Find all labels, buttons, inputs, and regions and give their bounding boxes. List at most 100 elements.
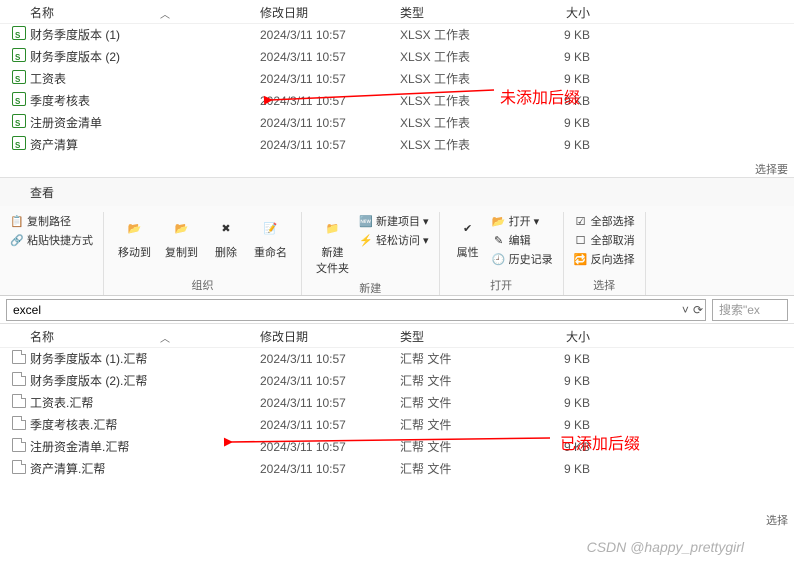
paste-shortcut-button[interactable]: 🔗粘贴快捷方式 xyxy=(10,231,93,249)
tab-bar: 查看 xyxy=(0,178,794,206)
file-size: 9 KB xyxy=(510,438,620,456)
status-text: 选择 xyxy=(766,512,788,528)
invert-selection-button[interactable]: 🔁反向选择 xyxy=(574,250,635,268)
properties-icon: ✔ xyxy=(454,214,482,242)
invert-icon: 🔁 xyxy=(574,252,588,266)
file-name: 资产清算 xyxy=(30,136,260,154)
file-date: 2024/3/11 10:57 xyxy=(260,350,400,368)
xlsx-icon xyxy=(12,48,26,62)
file-row[interactable]: 季度考核表2024/3/11 10:57XLSX 工作表9 KB xyxy=(0,90,794,112)
delete-icon: ✖ xyxy=(212,214,240,242)
sort-chevron-icon: ︿ xyxy=(160,6,170,21)
file-name: 财务季度版本 (2).汇帮 xyxy=(30,372,260,390)
file-type: 汇帮 文件 xyxy=(400,372,510,390)
path-text: excel xyxy=(13,303,41,317)
sort-chevron-icon: ︿ xyxy=(160,330,170,345)
organize-label: 组织 xyxy=(192,275,214,295)
file-name: 资产清算.汇帮 xyxy=(30,460,260,478)
file-row[interactable]: 注册资金清单.汇帮2024/3/11 10:57汇帮 文件9 KB xyxy=(0,436,794,458)
ribbon: 📋复制路径 🔗粘贴快捷方式 📂移动到 📂复制到 ✖删除 📝重命名 组织 📁新建 … xyxy=(0,206,794,296)
column-date[interactable]: 修改日期 xyxy=(260,328,400,345)
search-input[interactable]: 搜索"ex xyxy=(712,299,788,321)
select-group: ☑全部选择 ☐全部取消 🔁反向选择 选择 xyxy=(564,212,646,295)
file-date: 2024/3/11 10:57 xyxy=(260,438,400,456)
file-row[interactable]: 注册资金清单2024/3/11 10:57XLSX 工作表9 KB xyxy=(0,112,794,134)
file-row[interactable]: 财务季度版本 (2)2024/3/11 10:57XLSX 工作表9 KB xyxy=(0,46,794,68)
address-bar: excel ˅ ⟳ 搜索"ex xyxy=(0,296,794,324)
copy-to-button[interactable]: 📂复制到 xyxy=(161,212,202,262)
organize-group: 📂移动到 📂复制到 ✖删除 📝重命名 组织 xyxy=(104,212,302,295)
open-group-label: 打开 xyxy=(490,275,512,295)
file-date: 2024/3/11 10:57 xyxy=(260,26,400,44)
column-type[interactable]: 类型 xyxy=(400,4,510,21)
file-row[interactable]: 季度考核表.汇帮2024/3/11 10:57汇帮 文件9 KB xyxy=(0,414,794,436)
select-all-icon: ☑ xyxy=(574,214,588,228)
column-headers: 名称︿ 修改日期 类型 大小 xyxy=(0,0,794,24)
copy-icon: 📂 xyxy=(168,214,196,242)
file-row[interactable]: 财务季度版本 (1).汇帮2024/3/11 10:57汇帮 文件9 KB xyxy=(0,348,794,370)
new-item-button[interactable]: 🆕新建项目 ▾ xyxy=(359,212,429,230)
open-icon: 📂 xyxy=(492,214,506,228)
file-name: 财务季度版本 (1).汇帮 xyxy=(30,350,260,368)
xlsx-icon xyxy=(12,92,26,106)
file-row[interactable]: 财务季度版本 (2).汇帮2024/3/11 10:57汇帮 文件9 KB xyxy=(0,370,794,392)
edit-button[interactable]: ✎编辑 xyxy=(492,231,553,249)
xlsx-icon xyxy=(12,136,26,150)
refresh-icon[interactable]: ⟳ xyxy=(693,303,703,317)
properties-button[interactable]: ✔属性 xyxy=(450,212,486,262)
move-to-button[interactable]: 📂移动到 xyxy=(114,212,155,262)
top-file-pane: 名称︿ 修改日期 类型 大小 财务季度版本 (1)2024/3/11 10:57… xyxy=(0,0,794,178)
file-name: 财务季度版本 (1) xyxy=(30,26,260,44)
path-input[interactable]: excel ˅ ⟳ xyxy=(6,299,706,321)
select-all-button[interactable]: ☑全部选择 xyxy=(574,212,635,230)
easy-access-button[interactable]: ⚡轻松访问 ▾ xyxy=(359,231,429,249)
file-date: 2024/3/11 10:57 xyxy=(260,460,400,478)
file-date: 2024/3/11 10:57 xyxy=(260,372,400,390)
file-icon xyxy=(12,438,26,452)
file-row[interactable]: 工资表.汇帮2024/3/11 10:57汇帮 文件9 KB xyxy=(0,392,794,414)
file-date: 2024/3/11 10:57 xyxy=(260,48,400,66)
file-size: 9 KB xyxy=(510,26,620,44)
copy-path-button[interactable]: 📋复制路径 xyxy=(10,212,93,230)
file-type: 汇帮 文件 xyxy=(400,416,510,434)
file-icon xyxy=(12,460,26,474)
file-row[interactable]: 财务季度版本 (1)2024/3/11 10:57XLSX 工作表9 KB xyxy=(0,24,794,46)
delete-button[interactable]: ✖删除 xyxy=(208,212,244,262)
column-date[interactable]: 修改日期 xyxy=(260,4,400,21)
open-button[interactable]: 📂打开 ▾ xyxy=(492,212,553,230)
file-row[interactable]: 资产清算.汇帮2024/3/11 10:57汇帮 文件9 KB xyxy=(0,458,794,480)
column-type[interactable]: 类型 xyxy=(400,328,510,345)
file-name: 工资表.汇帮 xyxy=(30,394,260,412)
file-date: 2024/3/11 10:57 xyxy=(260,92,400,110)
file-name: 注册资金清单 xyxy=(30,114,260,132)
column-size[interactable]: 大小 xyxy=(510,4,620,21)
file-type: XLSX 工作表 xyxy=(400,92,510,110)
file-size: 9 KB xyxy=(510,92,620,110)
new-label: 新建 xyxy=(359,278,381,298)
file-size: 9 KB xyxy=(510,136,620,154)
xlsx-icon xyxy=(12,26,26,40)
rename-button[interactable]: 📝重命名 xyxy=(250,212,291,262)
select-none-button[interactable]: ☐全部取消 xyxy=(574,231,635,249)
chevron-down-icon[interactable]: ˅ xyxy=(682,303,689,317)
column-size[interactable]: 大小 xyxy=(510,328,620,345)
file-icon xyxy=(12,416,26,430)
history-button[interactable]: 🕘历史记录 xyxy=(492,250,553,268)
file-type: XLSX 工作表 xyxy=(400,136,510,154)
shortcut-icon: 🔗 xyxy=(10,233,24,247)
file-type: 汇帮 文件 xyxy=(400,350,510,368)
column-name[interactable]: 名称︿ xyxy=(0,328,260,345)
new-folder-button[interactable]: 📁新建 文件夹 xyxy=(312,212,353,278)
history-icon: 🕘 xyxy=(492,252,506,266)
file-name: 工资表 xyxy=(30,70,260,88)
bottom-window: 查看 📋复制路径 🔗粘贴快捷方式 📂移动到 📂复制到 ✖删除 📝重命名 组织 xyxy=(0,178,794,568)
file-row[interactable]: 工资表2024/3/11 10:57XLSX 工作表9 KB xyxy=(0,68,794,90)
path-icon: 📋 xyxy=(10,214,24,228)
open-group: ✔属性 📂打开 ▾ ✎编辑 🕘历史记录 打开 xyxy=(440,212,564,295)
file-icon xyxy=(12,394,26,408)
file-row[interactable]: 资产清算2024/3/11 10:57XLSX 工作表9 KB xyxy=(0,134,794,156)
xlsx-icon xyxy=(12,114,26,128)
view-tab[interactable]: 查看 xyxy=(30,184,54,201)
file-size: 9 KB xyxy=(510,460,620,478)
column-name[interactable]: 名称︿ xyxy=(0,4,260,21)
